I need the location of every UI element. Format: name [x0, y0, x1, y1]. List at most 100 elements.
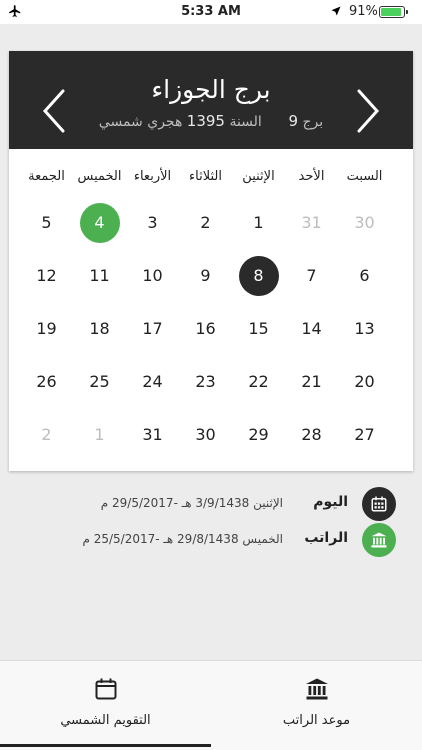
- calendar-day-number: 9: [200, 266, 211, 285]
- calendar-day[interactable]: 22: [232, 355, 285, 408]
- calendar-day[interactable]: 23: [179, 355, 232, 408]
- weekday-thursday: الخميس: [77, 169, 122, 184]
- battery-percentage: 91%: [349, 4, 378, 19]
- tab-solar-calendar-label: التقويم الشمسي: [60, 713, 151, 728]
- calendar-day[interactable]: 14: [285, 302, 338, 355]
- calendar-day[interactable]: 24: [126, 355, 179, 408]
- calendar-day-number: 2: [41, 425, 52, 444]
- calendar-day[interactable]: 27: [338, 408, 391, 461]
- salary-label: الراتب: [304, 530, 348, 546]
- calendar-day[interactable]: 11: [73, 249, 126, 302]
- calendar-day-number: 3: [147, 213, 158, 232]
- calendar-day-number: 5: [41, 213, 52, 232]
- weekday-saturday: السبت: [346, 169, 383, 184]
- month-subtitle: برج 9 السنة 1395 هجري شمسي: [9, 112, 413, 130]
- status-bar: 5:33 AM 91%: [0, 0, 422, 24]
- calendar-day-number: 30: [354, 213, 375, 232]
- calendar-day-number: 12: [36, 266, 57, 285]
- calendar-day-today[interactable]: 4: [73, 196, 126, 249]
- subtitle-year: 1395: [186, 112, 225, 130]
- calendar-day[interactable]: 13: [338, 302, 391, 355]
- calendar-day[interactable]: 17: [126, 302, 179, 355]
- calendar-day-number: 17: [142, 319, 163, 338]
- calendar-card: برج الجوزاء برج 9 السنة 1395 هجري شمسي ا…: [9, 51, 413, 471]
- calendar-day[interactable]: 9: [179, 249, 232, 302]
- salary-date-value: الخميس 29/8/1438 هـ -25/5/2017 م: [82, 532, 283, 546]
- calendar-day[interactable]: 29: [232, 408, 285, 461]
- subtitle-prefix: برج: [302, 114, 324, 130]
- calendar-day-number: 1: [253, 213, 264, 232]
- subtitle-suffix: هجري شمسي: [98, 114, 183, 130]
- calendar-day-number: 15: [248, 319, 269, 338]
- calendar-day-number: 29: [248, 425, 269, 444]
- calendar-icon: [95, 678, 116, 700]
- calendar-day[interactable]: 3: [126, 196, 179, 249]
- calendar-day[interactable]: 1: [232, 196, 285, 249]
- calendar-day[interactable]: 1: [73, 408, 126, 461]
- calendar-day-selected[interactable]: 8: [232, 249, 285, 302]
- calendar-day-number: 1: [94, 425, 105, 444]
- calendar-day[interactable]: 12: [20, 249, 73, 302]
- calendar-day-number: 13: [354, 319, 375, 338]
- calendar-day[interactable]: 18: [73, 302, 126, 355]
- calendar-day-number: 23: [195, 372, 216, 391]
- next-month-button[interactable]: [355, 89, 381, 133]
- calendar-day[interactable]: 19: [20, 302, 73, 355]
- calendar-grid: 30 31 1 2 3 4 5 6 7 8 9 10 11 12 13 14 15 16 17 18 19 20 21 22 2…: [9, 196, 413, 461]
- calendar-day[interactable]: 7: [285, 249, 338, 302]
- today-row: اليوم الإثنين 3/9/1438 هـ -29/5/2017 م: [0, 487, 422, 521]
- calendar-day-number: 30: [195, 425, 216, 444]
- calendar-day-number: 21: [301, 372, 322, 391]
- calendar-day-number: 2: [200, 213, 211, 232]
- subtitle-year-word: السنة: [229, 114, 262, 130]
- calendar-day-number: 22: [248, 372, 269, 391]
- calendar-day[interactable]: 2: [179, 196, 232, 249]
- calendar-day[interactable]: 30: [179, 408, 232, 461]
- calendar-day[interactable]: 21: [285, 355, 338, 408]
- calendar-day-number: 11: [89, 266, 110, 285]
- salary-row: الراتب الخميس 29/8/1438 هـ -25/5/2017 م: [0, 523, 422, 557]
- calendar-day[interactable]: 16: [179, 302, 232, 355]
- calendar-day[interactable]: 5: [20, 196, 73, 249]
- calendar-day[interactable]: 10: [126, 249, 179, 302]
- calendar-day-number: 16: [195, 319, 216, 338]
- calendar-day[interactable]: 30: [338, 196, 391, 249]
- calendar-day-number: 26: [36, 372, 57, 391]
- weekday-wednesday: الأربعاء: [133, 169, 172, 184]
- calendar-day-number: 31: [301, 213, 322, 232]
- calendar-day-number: 19: [36, 319, 57, 338]
- calendar-day[interactable]: 31: [285, 196, 338, 249]
- calendar-day[interactable]: 15: [232, 302, 285, 355]
- weekday-monday: الإثنين: [242, 169, 275, 184]
- weekday-header-row: السبت الأحد الإثنين الثلاثاء الأربعاء ال…: [9, 169, 413, 189]
- calendar-day[interactable]: 26: [20, 355, 73, 408]
- calendar-day[interactable]: 25: [73, 355, 126, 408]
- weekday-sunday: الأحد: [298, 169, 325, 184]
- calendar-day[interactable]: 2: [20, 408, 73, 461]
- calendar-day[interactable]: 20: [338, 355, 391, 408]
- active-tab-indicator: [0, 744, 211, 747]
- calendar-week-row: 27 28 29 30 31 1 2: [9, 408, 391, 461]
- tab-salary-date-label: موعد الراتب: [282, 713, 351, 728]
- calendar-day-number: 18: [89, 319, 110, 338]
- weekday-tuesday: الثلاثاء: [189, 169, 222, 184]
- bank-icon: [305, 678, 328, 700]
- calendar-day-number: 8: [238, 255, 279, 296]
- calendar-day[interactable]: 28: [285, 408, 338, 461]
- calendar-day-number: 28: [301, 425, 322, 444]
- calendar-icon-glyph: [371, 496, 387, 512]
- calendar-day[interactable]: 6: [338, 249, 391, 302]
- calendar-day-number: 10: [142, 266, 163, 285]
- weekday-friday: الجمعة: [28, 169, 65, 184]
- today-label: اليوم: [313, 494, 348, 510]
- tab-salary-date[interactable]: موعد الراتب: [211, 661, 422, 750]
- calendar-week-row: 30 31 1 2 3 4 5: [9, 196, 391, 249]
- location-arrow-icon: [331, 6, 341, 16]
- calendar-day[interactable]: 31: [126, 408, 179, 461]
- today-date-value: الإثنين 3/9/1438 هـ -29/5/2017 م: [100, 496, 283, 510]
- calendar-day-number: 27: [354, 425, 375, 444]
- calendar-day-number: 6: [359, 266, 370, 285]
- calendar-week-row: 13 14 15 16 17 18 19: [9, 302, 391, 355]
- tab-solar-calendar[interactable]: التقويم الشمسي: [0, 661, 211, 750]
- calendar-day-number: 24: [142, 372, 163, 391]
